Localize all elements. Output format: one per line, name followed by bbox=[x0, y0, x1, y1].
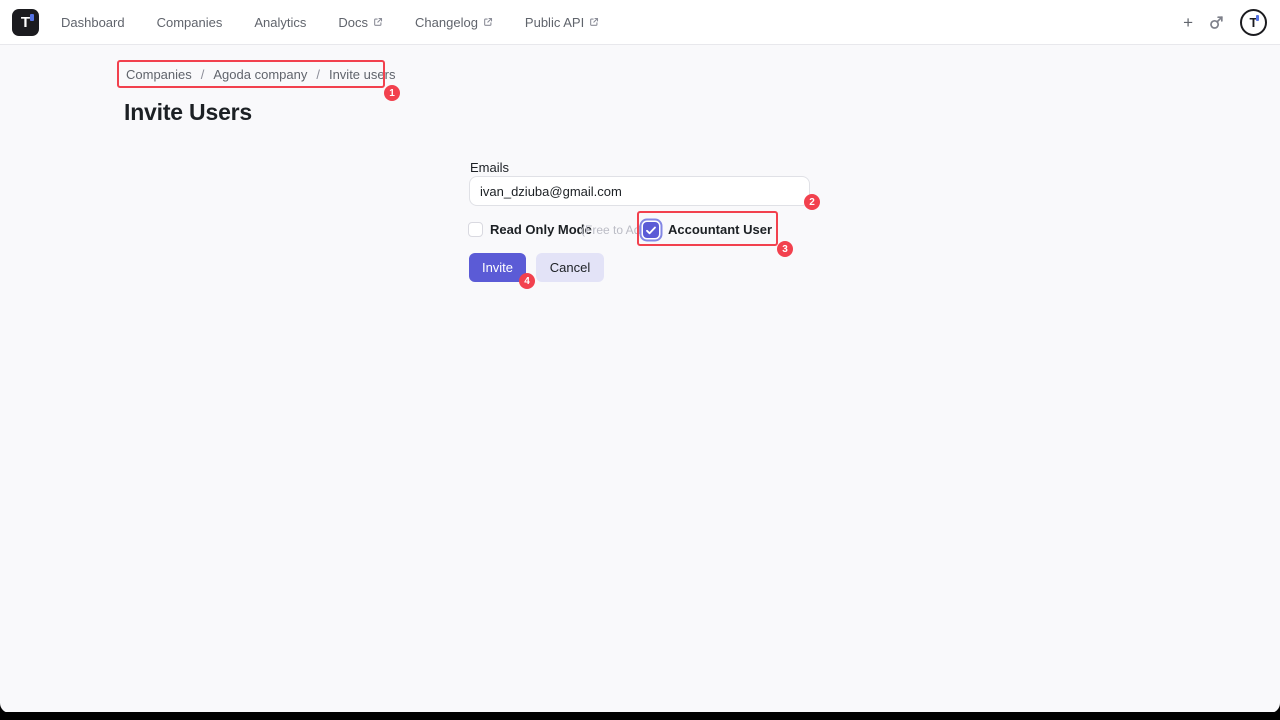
app-window: T Dashboard Companies Analytics Docs Cha… bbox=[0, 0, 1280, 713]
nav-item-label: Companies bbox=[157, 15, 223, 30]
nav-item-label: Changelog bbox=[415, 15, 478, 30]
avatar-logo-accent bbox=[1256, 15, 1259, 21]
nav-item-changelog[interactable]: Changelog bbox=[415, 15, 493, 30]
breadcrumb-separator: / bbox=[201, 67, 205, 82]
top-nav-bar: T Dashboard Companies Analytics Docs Cha… bbox=[0, 0, 1280, 45]
app-logo-accent bbox=[30, 14, 34, 21]
accountant-user-label[interactable]: Accountant User bbox=[668, 222, 772, 238]
breadcrumb-companies[interactable]: Companies bbox=[126, 67, 192, 82]
external-link-icon bbox=[373, 17, 383, 27]
external-link-icon bbox=[483, 17, 493, 27]
nav-item-docs[interactable]: Docs bbox=[338, 15, 383, 30]
cancel-button[interactable]: Cancel bbox=[536, 253, 604, 282]
page-title: Invite Users bbox=[124, 99, 252, 126]
nav-item-analytics[interactable]: Analytics bbox=[254, 15, 306, 30]
annotation-badge-1: 1 bbox=[384, 85, 400, 101]
bottom-edge-bar bbox=[0, 712, 1280, 720]
annotation-badge-3: 3 bbox=[777, 241, 793, 257]
search-icon[interactable] bbox=[1208, 14, 1225, 31]
accountant-user-checkbox[interactable] bbox=[643, 222, 659, 238]
read-only-mode-label[interactable]: Read Only Mode bbox=[490, 222, 592, 238]
breadcrumb-invite-users[interactable]: Invite users bbox=[329, 67, 395, 82]
breadcrumb: Companies / Agoda company / Invite users bbox=[126, 67, 395, 82]
app-logo[interactable]: T bbox=[12, 9, 39, 36]
nav-item-label: Docs bbox=[338, 15, 368, 30]
header-actions: + T bbox=[1183, 9, 1267, 36]
emails-label: Emails bbox=[470, 160, 509, 175]
account-avatar[interactable]: T bbox=[1240, 9, 1267, 36]
checkmark-icon bbox=[646, 226, 656, 235]
app-logo-letter: T bbox=[21, 14, 30, 31]
external-link-icon bbox=[589, 17, 599, 27]
plus-icon[interactable]: + bbox=[1183, 14, 1193, 31]
breadcrumb-agoda-company[interactable]: Agoda company bbox=[213, 67, 307, 82]
nav-item-label: Analytics bbox=[254, 15, 306, 30]
nav-item-label: Public API bbox=[525, 15, 584, 30]
main-nav: Dashboard Companies Analytics Docs Chang… bbox=[61, 15, 599, 30]
nav-item-dashboard[interactable]: Dashboard bbox=[61, 15, 125, 30]
invite-button[interactable]: Invite bbox=[469, 253, 526, 282]
read-only-mode-checkbox[interactable] bbox=[468, 222, 483, 237]
nav-item-public-api[interactable]: Public API bbox=[525, 15, 599, 30]
nav-item-label: Dashboard bbox=[61, 15, 125, 30]
nav-item-companies[interactable]: Companies bbox=[157, 15, 223, 30]
read-only-mode-hint: (Free to Add) bbox=[581, 223, 651, 238]
emails-input[interactable] bbox=[469, 176, 810, 206]
breadcrumb-separator: / bbox=[316, 67, 320, 82]
